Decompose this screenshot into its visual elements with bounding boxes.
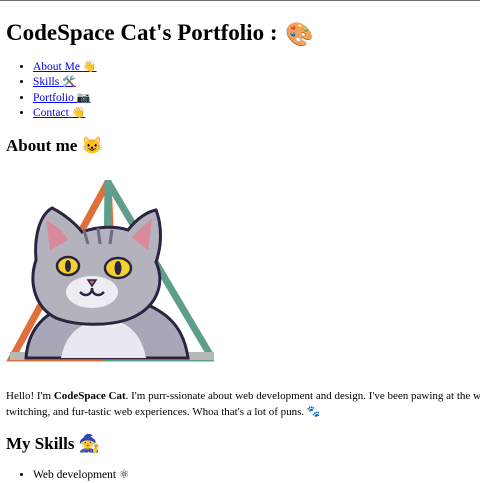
- nav-link-contact[interactable]: Contact 👋: [33, 107, 85, 119]
- nav-link-skills[interactable]: Skills 🛠️: [33, 76, 76, 88]
- about-intro-name: CodeSpace Cat: [53, 390, 126, 402]
- atom-icon: ⚛: [118, 469, 130, 481]
- nav-item-about: About Me 👋: [33, 60, 97, 75]
- nav-link-about[interactable]: About Me 👋: [33, 61, 97, 73]
- palette-icon: 🎨: [285, 22, 314, 47]
- nav-link-contact-label: Contact: [33, 106, 69, 119]
- skill-item: Web development ⚛: [33, 468, 129, 483]
- cat-hero-image: [6, 180, 214, 362]
- cat-pupil-right: [114, 261, 122, 275]
- nav-link-skills-label: Skills: [33, 76, 60, 89]
- skills-heading-text: My Skills: [6, 434, 75, 453]
- browser-top-border: [0, 0, 480, 1]
- paw-prints-icon: 🐾: [306, 405, 321, 418]
- about-intro-text-2: . I'm purr-ssionate about web developmen…: [125, 390, 480, 402]
- cat-face-icon: 😺: [81, 136, 103, 155]
- camera-icon: 📷: [76, 91, 91, 104]
- nav-link-portfolio-label: Portfolio: [33, 91, 74, 104]
- about-intro-text-1: Hello! I'm: [6, 390, 54, 402]
- skill-item-label: Web development: [33, 469, 117, 481]
- about-intro-text-3: twitching, and fur-tastic web experience…: [6, 405, 305, 418]
- nav-item-contact: Contact 👋: [33, 106, 97, 121]
- nav-link-about-label: About Me: [33, 61, 80, 73]
- about-heading: About me 😺: [6, 136, 103, 156]
- skills-list: Web development ⚛: [6, 468, 129, 483]
- cat-pupil-left: [65, 260, 71, 272]
- about-intro: Hello! I'm CodeSpace Cat. I'm purr-ssion…: [6, 389, 480, 420]
- nav-link-portfolio[interactable]: Portfolio 📷: [33, 92, 90, 104]
- page-title: CodeSpace Cat's Portfolio : 🎨: [6, 20, 314, 48]
- skills-heading: My Skills 🧙: [6, 434, 100, 454]
- nav-list: About Me 👋 Skills 🛠️ Portfolio 📷 Contact…: [6, 60, 97, 121]
- nav-item-skills: Skills 🛠️: [33, 75, 97, 90]
- waving-hand-icon: 👋: [82, 61, 97, 73]
- waving-hand-icon: 👋: [71, 106, 86, 119]
- page-title-text: CodeSpace Cat's Portfolio :: [6, 20, 278, 45]
- nav-item-portfolio: Portfolio 📷: [33, 91, 97, 106]
- tools-icon: 🛠️: [62, 76, 76, 89]
- mage-icon: 🧙: [78, 434, 100, 453]
- about-heading-text: About me: [6, 136, 78, 155]
